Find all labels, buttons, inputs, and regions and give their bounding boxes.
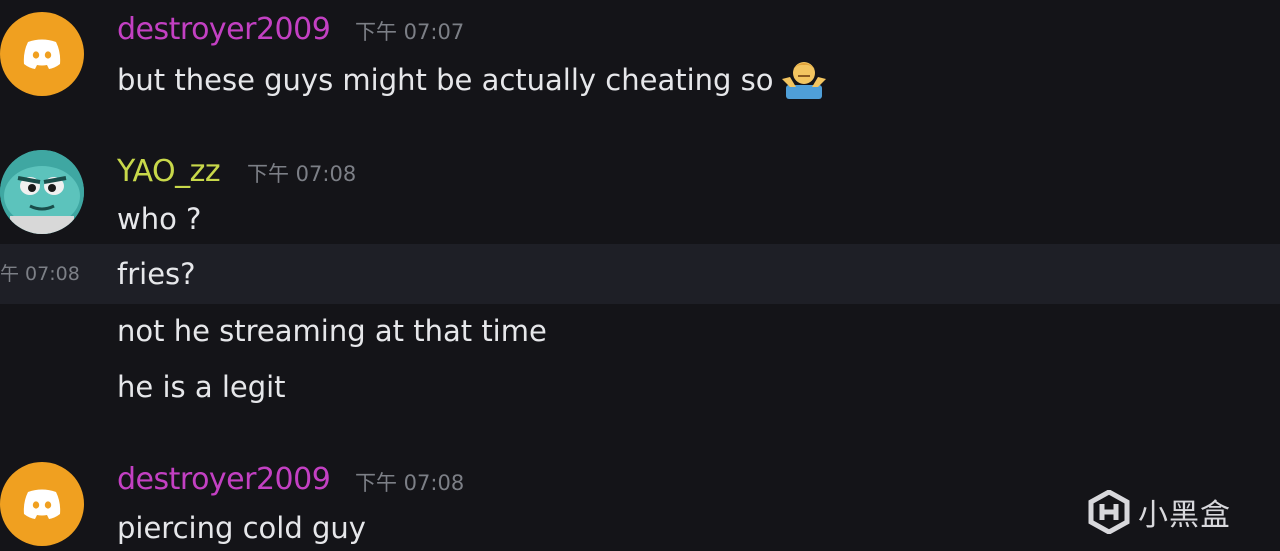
message-line: he is a legit: [117, 370, 286, 404]
message-line: not he streaming at that time: [117, 314, 547, 348]
username[interactable]: destroyer2009: [117, 12, 331, 48]
discord-logo-icon: [23, 39, 61, 69]
message-text: but these guys might be actually cheatin…: [117, 60, 828, 104]
message-line: who ?: [117, 202, 202, 236]
username[interactable]: YAO_zz: [117, 154, 221, 190]
avatar-destroyer2009[interactable]: [0, 12, 84, 96]
message-timestamp: 下午 07:08: [247, 162, 357, 186]
avatar-destroyer2009[interactable]: [0, 462, 84, 546]
message-line: piercing cold guy: [117, 511, 366, 545]
username[interactable]: destroyer2009: [117, 462, 331, 498]
heybox-logo-icon: [1088, 490, 1130, 534]
avatar-yao-zz[interactable]: [0, 150, 84, 234]
message-line: fries?: [117, 257, 196, 291]
message-timestamp: 下午 07:07: [355, 20, 465, 44]
message-line: but these guys might be actually cheatin…: [117, 63, 774, 97]
message-timestamp: 下午 07:08: [355, 471, 465, 495]
watermark-text: 小黑盒: [1138, 498, 1231, 533]
person-shrugging-emoji: [780, 57, 828, 101]
chat-area: 午 07:08 destroyer2009 下午 07:07 but these…: [0, 0, 1280, 551]
heybox-watermark: 小黑盒: [1088, 490, 1231, 534]
cartoon-character-icon: [0, 150, 84, 234]
discord-logo-icon: [23, 489, 61, 519]
hover-timestamp: 午 07:08: [0, 263, 80, 285]
